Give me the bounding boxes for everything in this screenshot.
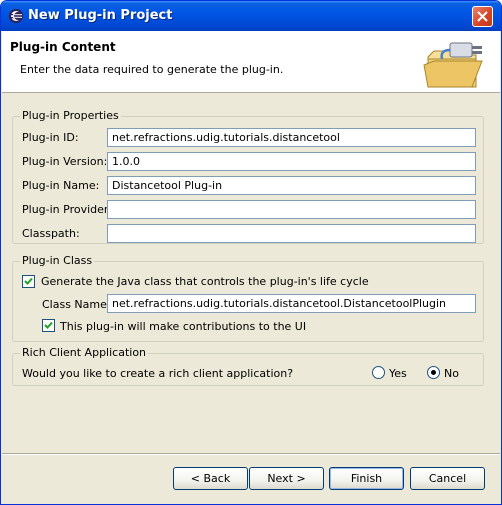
checkmark-icon <box>44 321 53 329</box>
title-bar[interactable]: New Plug-in Project <box>1 1 501 31</box>
page-description: Enter the data required to generate the … <box>20 63 284 76</box>
rich-client-no-radio[interactable] <box>427 366 440 379</box>
page-title: Plug-in Content <box>10 40 116 54</box>
plugin-version-label: Plug-in Version: <box>22 155 108 168</box>
ui-contributions-label[interactable]: This plug-in will make contributions to … <box>60 320 306 333</box>
ui-contributions-checkbox[interactable] <box>42 319 55 332</box>
class-name-label: Class Name: <box>42 298 111 311</box>
rich-client-question: Would you like to create a rich client a… <box>22 367 294 380</box>
plugin-id-label: Plug-in ID: <box>22 131 79 144</box>
plugin-class-legend: Plug-in Class <box>20 254 95 267</box>
close-icon <box>477 11 488 22</box>
next-button[interactable]: Next > <box>249 467 324 490</box>
classpath-field[interactable] <box>107 224 476 243</box>
classpath-label: Classpath: <box>22 227 80 240</box>
eclipse-icon <box>8 8 24 24</box>
dialog-window: New Plug-in Project Plug-in Content Ente… <box>0 0 502 505</box>
cancel-button[interactable]: Cancel <box>410 467 485 490</box>
back-button[interactable]: < Back <box>173 467 248 490</box>
finish-button[interactable]: Finish <box>329 467 404 490</box>
plugin-id-field[interactable]: net.refractions.udig.tutorials.distancet… <box>107 128 476 147</box>
plugin-name-field[interactable]: Distancetool Plug-in <box>107 176 476 195</box>
folder-plug-icon <box>423 42 483 88</box>
footer-separator <box>2 453 500 455</box>
rich-client-yes-radio[interactable] <box>372 366 385 379</box>
plugin-provider-field[interactable] <box>107 200 476 219</box>
rich-client-legend: Rich Client Application <box>20 346 149 359</box>
generate-class-checkbox[interactable] <box>22 275 35 288</box>
class-name-field[interactable]: net.refractions.udig.tutorials.distancet… <box>107 294 476 313</box>
close-button[interactable] <box>472 6 493 27</box>
wizard-header: Plug-in Content Enter the data required … <box>2 31 500 93</box>
radio-selected-dot <box>431 370 436 375</box>
window-title: New Plug-in Project <box>28 8 173 23</box>
plugin-name-label: Plug-in Name: <box>22 179 100 192</box>
plugin-properties-legend: Plug-in Properties <box>20 109 121 122</box>
generate-class-label[interactable]: Generate the Java class that controls th… <box>41 275 369 288</box>
plugin-version-field[interactable]: 1.0.0 <box>107 152 476 171</box>
plugin-provider-label: Plug-in Provider: <box>22 203 112 216</box>
checkmark-icon <box>24 277 33 285</box>
rich-client-no-label[interactable]: No <box>444 367 459 380</box>
rich-client-yes-label[interactable]: Yes <box>389 367 407 380</box>
